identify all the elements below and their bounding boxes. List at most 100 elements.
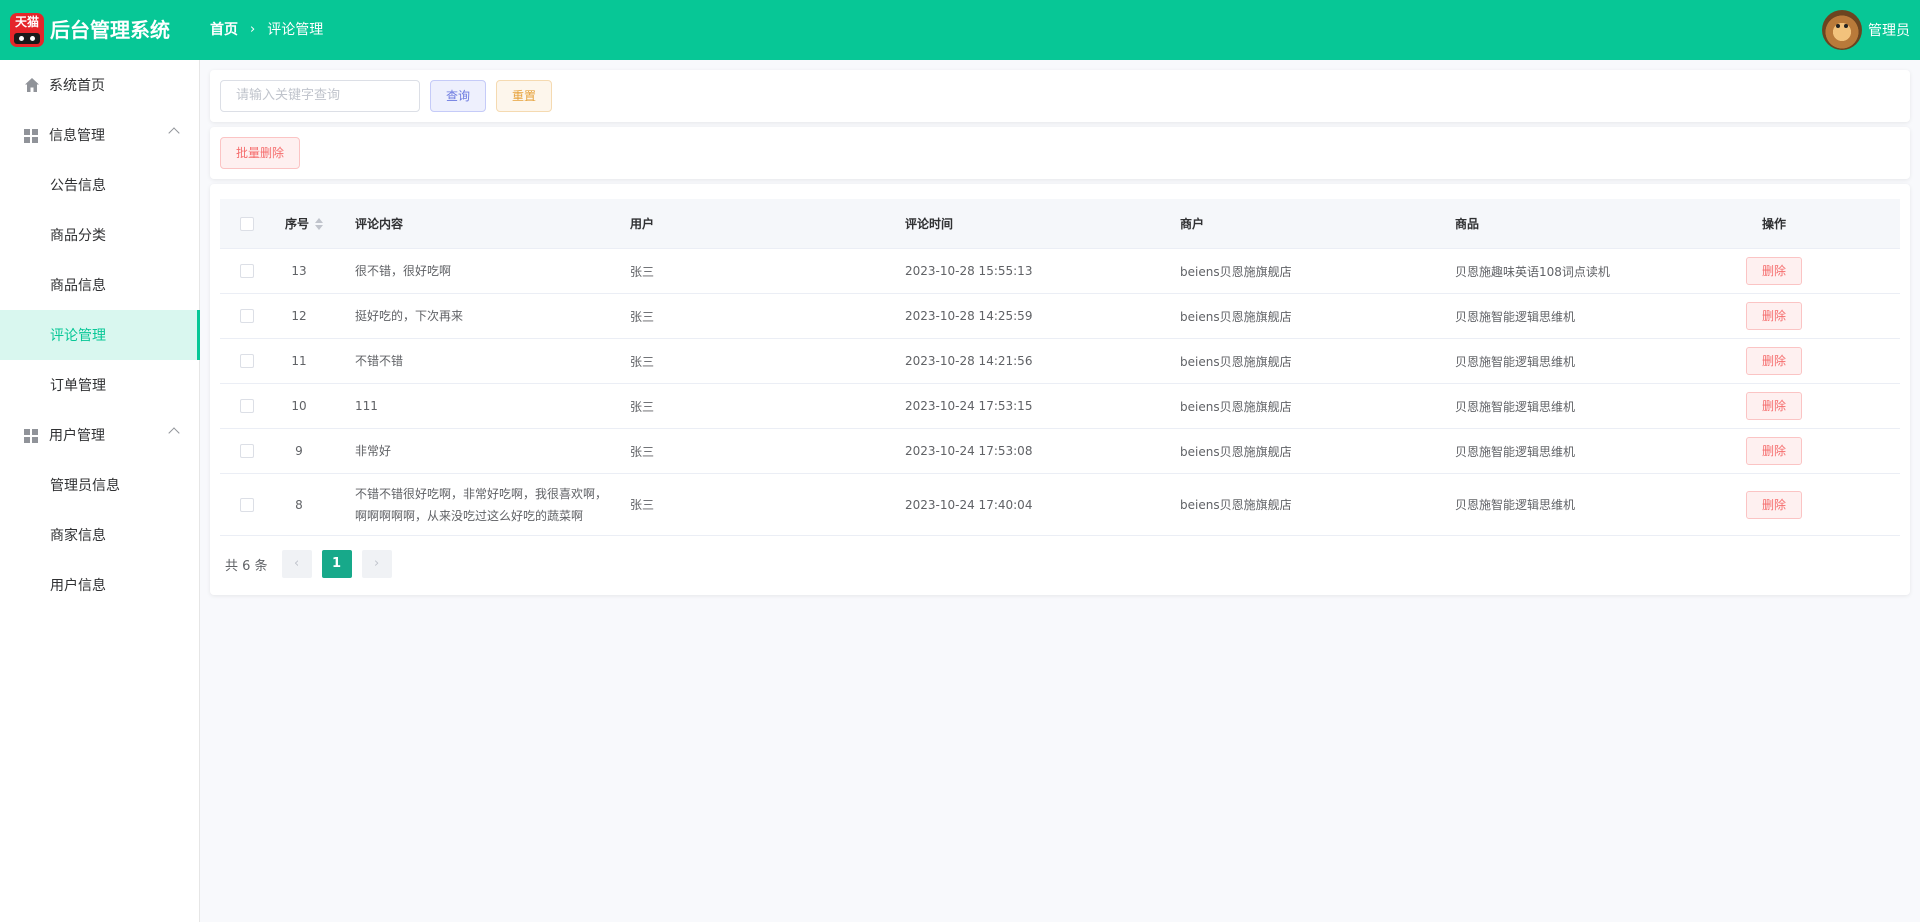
pagination-total: 共 6 条 xyxy=(225,558,268,574)
table-row: 13 很不错，很好吃啊 张三 2023-10-28 15:55:13 beien… xyxy=(220,249,1900,294)
pagination: 共 6 条 ‹ 1 › xyxy=(225,550,402,578)
breadcrumb-separator-icon: › xyxy=(250,22,256,37)
home-icon xyxy=(25,78,39,92)
sidebar-group-users[interactable]: 用户管理 xyxy=(0,410,200,460)
table-row: 11 不错不错 张三 2023-10-28 14:21:56 beiens贝恩施… xyxy=(220,339,1900,384)
breadcrumb-current: 评论管理 xyxy=(267,22,324,38)
delete-button[interactable]: 删除 xyxy=(1746,302,1802,330)
cell-content: 不错不错 xyxy=(355,354,404,368)
sidebar-item-home[interactable]: 系统首页 xyxy=(0,60,200,110)
cell-time: 2023-10-24 17:53:15 xyxy=(905,399,1033,413)
sidebar-item-label: 商品分类 xyxy=(50,228,106,244)
sidebar-item-comment[interactable]: 评论管理 xyxy=(0,310,200,360)
avatar[interactable] xyxy=(1822,10,1862,50)
cell-product: 贝恩施智能逻辑思维机 xyxy=(1455,354,1576,369)
delete-button[interactable]: 删除 xyxy=(1746,347,1802,375)
table-card: 序号 评论内容 用户 评论时间 商户 商品 操作 13 很不错，很好吃啊 张三 … xyxy=(210,184,1910,595)
cell-time: 2023-10-28 14:25:59 xyxy=(905,309,1033,323)
row-checkbox[interactable] xyxy=(240,497,254,512)
column-header-product: 商品 xyxy=(1455,217,1480,231)
cell-product: 贝恩施趣味英语108词点读机 xyxy=(1455,264,1610,279)
cell-id: 9 xyxy=(295,444,303,458)
sidebar-group-info[interactable]: 信息管理 xyxy=(0,110,200,160)
row-checkbox[interactable] xyxy=(240,354,254,368)
row-checkbox[interactable] xyxy=(240,264,254,278)
breadcrumb-home[interactable]: 首页 xyxy=(210,21,238,39)
cell-user: 张三 xyxy=(630,444,655,459)
cell-id: 13 xyxy=(291,264,307,278)
delete-button[interactable]: 删除 xyxy=(1746,257,1802,285)
sidebar-item-label: 信息管理 xyxy=(49,128,105,144)
delete-button[interactable]: 删除 xyxy=(1746,490,1802,519)
cell-time: 2023-10-28 14:21:56 xyxy=(905,354,1033,368)
cell-content: 不错不错很好吃啊，非常好吃啊，我很喜欢啊，啊啊啊啊啊，从来没吃过这么好吃的蔬菜啊 xyxy=(355,486,608,523)
cell-merchant: beiens贝恩施旗舰店 xyxy=(1180,498,1292,512)
sidebar-item-label: 订单管理 xyxy=(50,378,106,394)
reset-button[interactable]: 重置 xyxy=(496,80,552,112)
sidebar-item-label: 公告信息 xyxy=(50,178,106,194)
row-checkbox[interactable] xyxy=(240,309,254,323)
cell-time: 2023-10-28 15:55:13 xyxy=(905,264,1033,278)
sidebar-item-orders[interactable]: 订单管理 xyxy=(0,360,200,410)
cell-id: 11 xyxy=(291,354,307,368)
column-header-id[interactable]: 序号 xyxy=(285,199,324,248)
table-row: 10 111 张三 2023-10-24 17:53:15 beiens贝恩施旗… xyxy=(220,384,1900,429)
cell-product: 贝恩施智能逻辑思维机 xyxy=(1455,444,1576,459)
batch-delete-button[interactable]: 批量删除 xyxy=(220,137,300,169)
row-checkbox[interactable] xyxy=(240,399,254,413)
sidebar-item-goods[interactable]: 商品信息 xyxy=(0,260,200,310)
sort-icon[interactable] xyxy=(315,217,324,230)
column-header-action: 操作 xyxy=(1762,217,1787,231)
query-button[interactable]: 查询 xyxy=(430,80,486,112)
column-header-time: 评论时间 xyxy=(905,217,954,231)
logo-face-icon xyxy=(14,33,40,44)
cell-user: 张三 xyxy=(630,399,655,414)
delete-button[interactable]: 删除 xyxy=(1746,392,1802,420)
logo-text: 天猫 xyxy=(14,15,39,29)
top-header: 天猫 后台管理系统 首页 › 评论管理 管理员 xyxy=(0,0,1920,60)
chevron-up-icon xyxy=(168,427,180,439)
prev-page-button[interactable]: ‹ xyxy=(281,550,312,578)
sidebar-item-merchant[interactable]: 商家信息 xyxy=(0,510,200,560)
cell-merchant: beiens贝恩施旗舰店 xyxy=(1180,309,1292,324)
page-number-button[interactable]: 1 xyxy=(321,550,352,578)
search-card: 请输入关键字查询 查询 重置 xyxy=(210,70,1910,122)
sidebar: 系统首页 信息管理 公告信息 商品分类 商品信息 评论管理 订单管理 用户管理 … xyxy=(0,60,200,922)
cell-id: 12 xyxy=(291,309,307,323)
cell-time: 2023-10-24 17:40:04 xyxy=(905,497,1033,512)
column-header-merchant: 商户 xyxy=(1180,217,1205,231)
sidebar-item-category[interactable]: 商品分类 xyxy=(0,210,200,260)
sidebar-item-label: 商品信息 xyxy=(50,278,106,294)
cell-user: 张三 xyxy=(630,354,655,369)
column-header-user: 用户 xyxy=(630,217,655,231)
user-menu[interactable]: 管理员 xyxy=(1822,10,1910,50)
cell-id: 10 xyxy=(291,399,307,413)
cell-content: 很不错，很好吃啊 xyxy=(355,264,452,278)
sidebar-item-label: 管理员信息 xyxy=(50,478,120,494)
user-name[interactable]: 管理员 xyxy=(1868,20,1910,40)
row-checkbox[interactable] xyxy=(240,444,254,458)
tmall-logo: 天猫 xyxy=(10,13,44,47)
sidebar-item-admin[interactable]: 管理员信息 xyxy=(0,460,200,510)
grid-icon xyxy=(24,429,38,443)
chevron-up-icon xyxy=(168,127,180,139)
cell-product: 贝恩施智能逻辑思维机 xyxy=(1455,309,1576,324)
sidebar-item-label: 用户信息 xyxy=(50,578,106,594)
app-title: 后台管理系统 xyxy=(50,18,170,42)
cell-merchant: beiens贝恩施旗舰店 xyxy=(1180,354,1292,369)
cell-time: 2023-10-24 17:53:08 xyxy=(905,444,1033,458)
select-all-checkbox[interactable] xyxy=(240,216,254,231)
table-row: 9 非常好 张三 2023-10-24 17:53:08 beiens贝恩施旗舰… xyxy=(220,429,1900,474)
cell-product: 贝恩施智能逻辑思维机 xyxy=(1455,498,1576,512)
sidebar-item-label: 评论管理 xyxy=(50,328,106,344)
table-row: 8 不错不错很好吃啊，非常好吃啊，我很喜欢啊，啊啊啊啊啊，从来没吃过这么好吃的蔬… xyxy=(220,474,1900,536)
cell-merchant: beiens贝恩施旗舰店 xyxy=(1180,264,1292,279)
table-row: 12 挺好吃的，下次再来 张三 2023-10-28 14:25:59 beie… xyxy=(220,294,1900,339)
cell-product: 贝恩施智能逻辑思维机 xyxy=(1455,399,1576,414)
delete-button[interactable]: 删除 xyxy=(1746,437,1802,465)
next-page-button[interactable]: › xyxy=(361,550,392,578)
search-input[interactable]: 请输入关键字查询 xyxy=(220,80,420,112)
sidebar-item-user[interactable]: 用户信息 xyxy=(0,560,200,610)
sidebar-item-notice[interactable]: 公告信息 xyxy=(0,160,200,210)
grid-icon xyxy=(24,129,38,143)
